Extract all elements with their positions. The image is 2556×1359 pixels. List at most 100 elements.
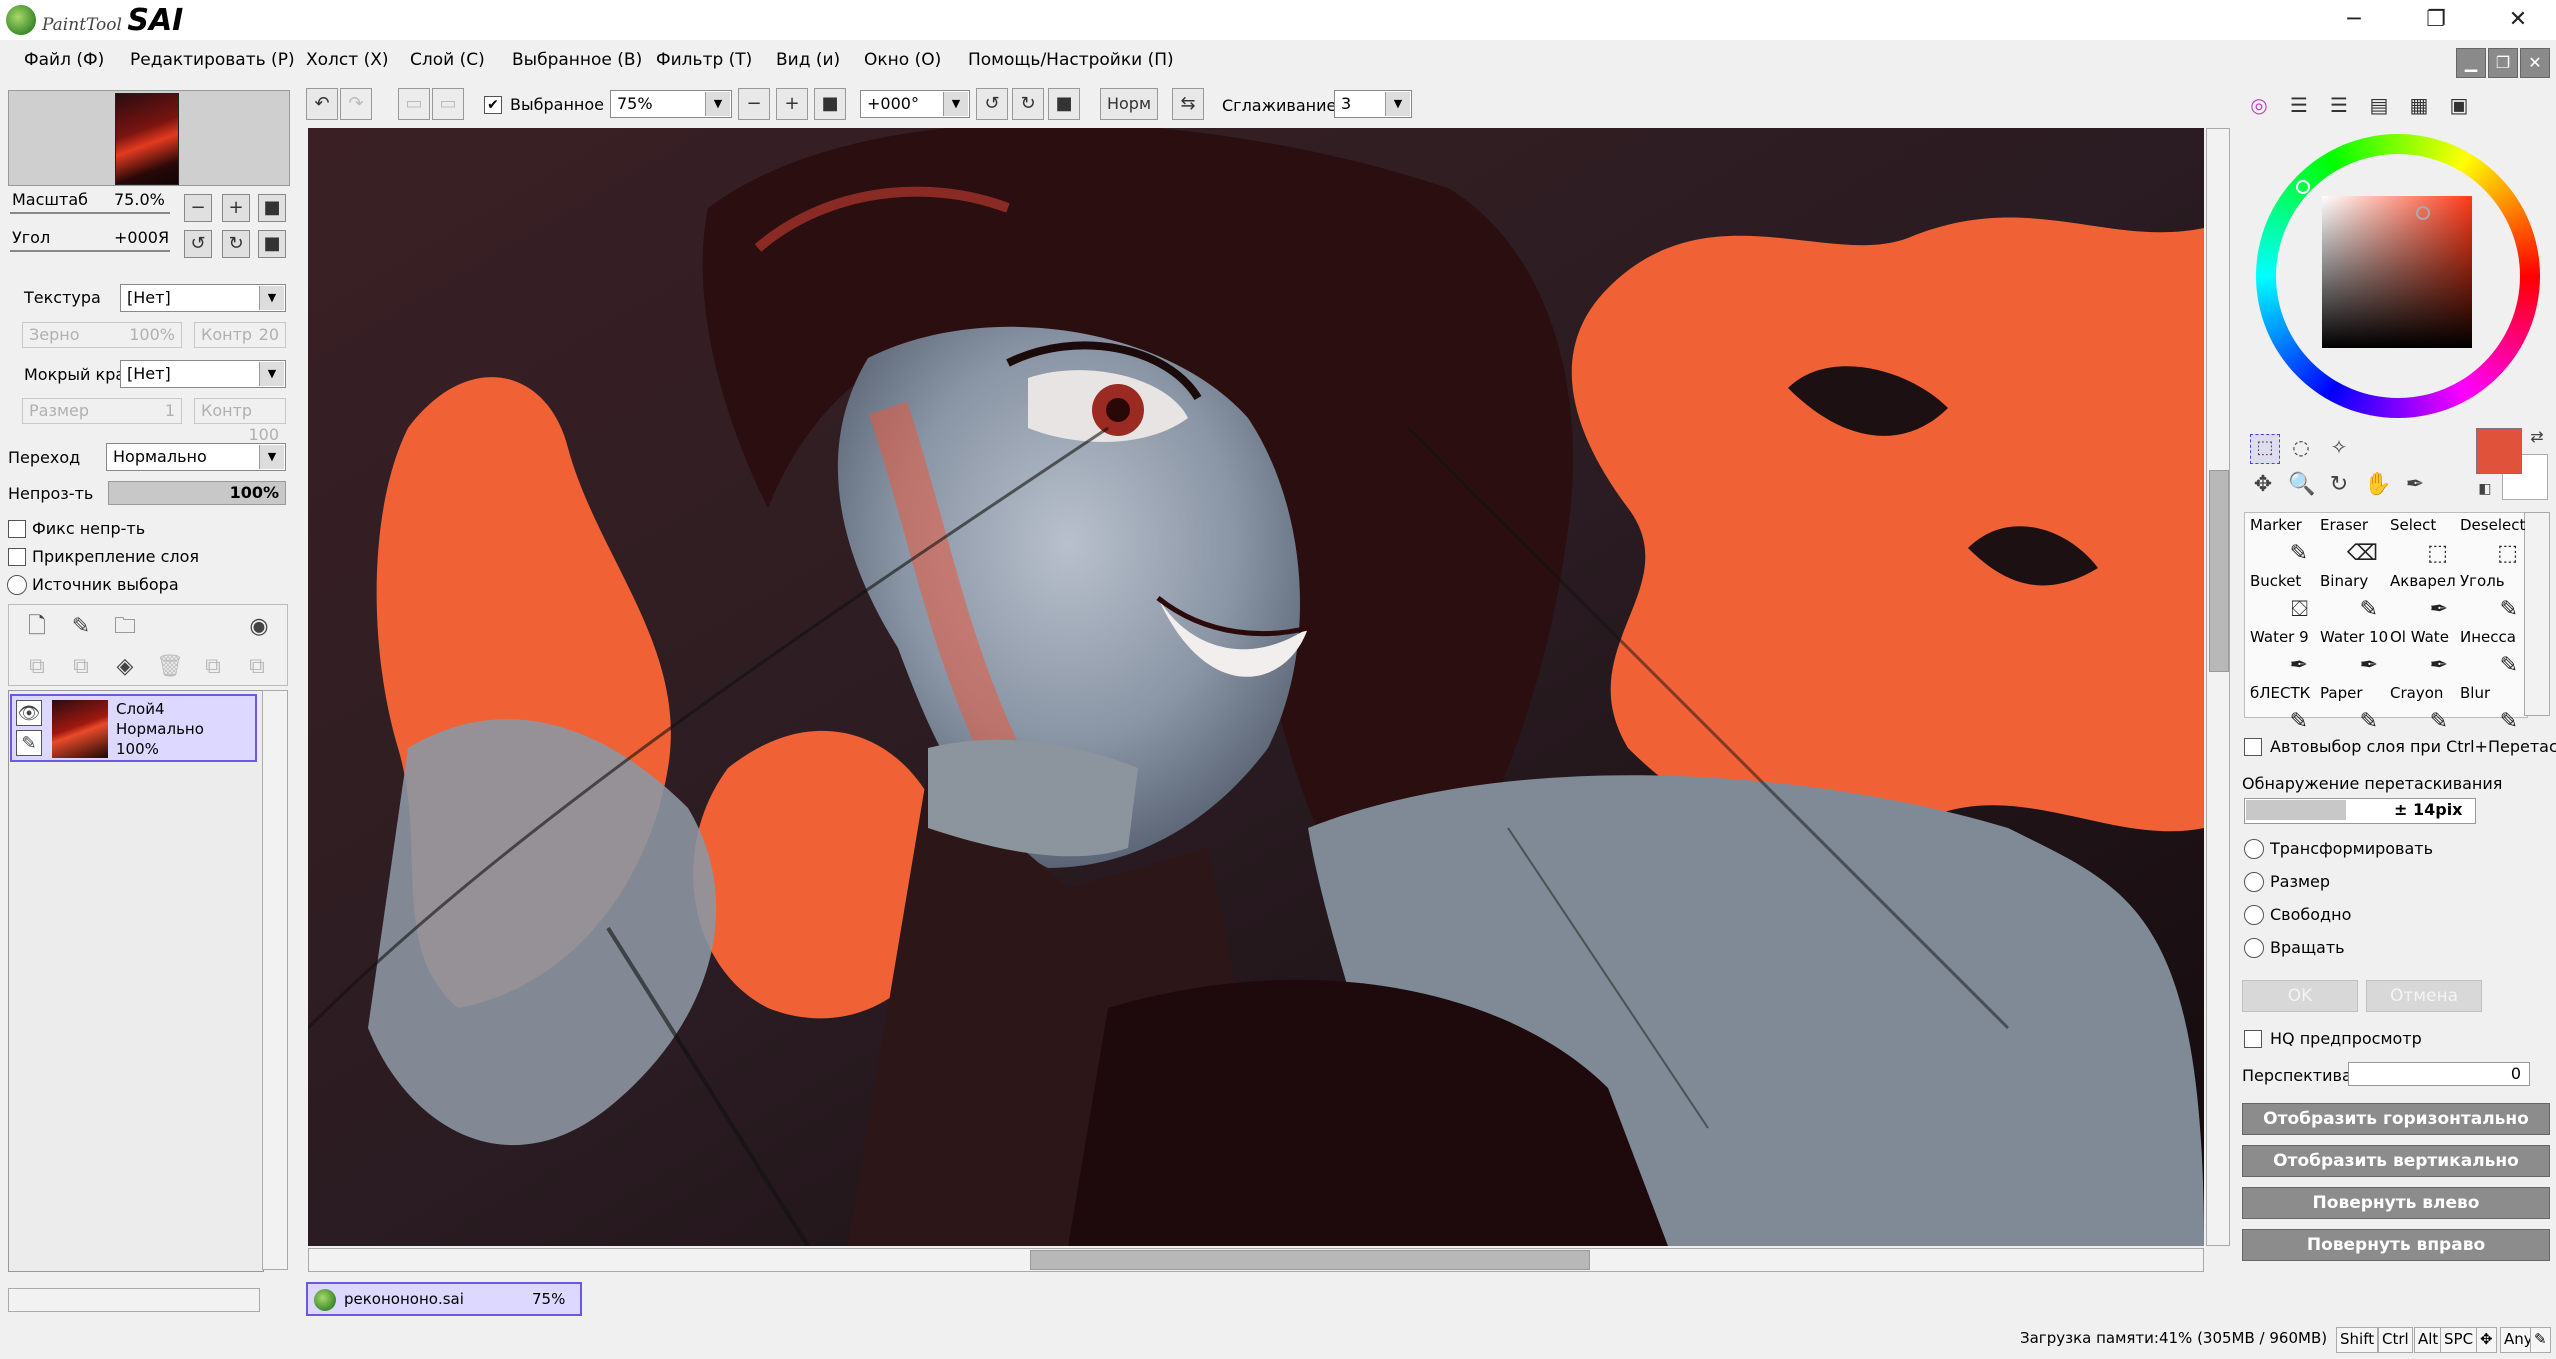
hue-picker-handle[interactable] xyxy=(2296,180,2310,194)
toolbar-rotate-ccw-button[interactable]: ↺ xyxy=(976,88,1008,120)
rotate-left-button[interactable]: Повернуть влево xyxy=(2242,1187,2550,1219)
menu-help[interactable]: Помощь/Настройки (П) xyxy=(968,50,1174,70)
zoom-reset-button[interactable]: ■ xyxy=(258,194,286,222)
brush-tool-7[interactable]: Уголь ✎ xyxy=(2456,572,2524,624)
zoom-select[interactable]: 75% ▼ xyxy=(610,90,732,118)
selection-visible-checkbox[interactable]: ✔ xyxy=(484,96,502,114)
hsv-slider-tab-icon[interactable]: ☰ xyxy=(2324,90,2354,120)
opacity-slider[interactable]: 100% xyxy=(108,481,286,505)
zoom-in-button[interactable]: + xyxy=(222,194,250,222)
redo-button[interactable]: ↷ xyxy=(340,88,372,120)
clip-layer-checkbox[interactable] xyxy=(8,548,26,566)
transfer-down-icon[interactable]: ⧉ xyxy=(24,654,50,680)
drawing-canvas[interactable] xyxy=(308,128,2204,1246)
brush-tool-10[interactable]: Ol Wate ✒ xyxy=(2386,628,2454,680)
brush-tool-14[interactable]: Crayon ✎ xyxy=(2386,684,2454,736)
rotate-tool-icon[interactable]: ↻ xyxy=(2326,472,2352,498)
color-wheel-tab-icon[interactable]: ◎ xyxy=(2244,90,2274,120)
cancel-button[interactable]: Отмена xyxy=(2366,980,2482,1012)
flip-view-button[interactable]: ⇆ xyxy=(1172,88,1204,120)
auto-select-checkbox[interactable] xyxy=(2244,738,2262,756)
scale-radio[interactable] xyxy=(2244,872,2264,892)
eyedropper-icon[interactable]: ✒ xyxy=(2402,472,2428,498)
navigator-thumbnail[interactable] xyxy=(115,93,179,185)
brush-tool-12[interactable]: бЛЕСТК ✎ xyxy=(2246,684,2314,736)
layer-prop-icon[interactable]: ⧉ xyxy=(200,654,226,680)
texture-select[interactable]: [Нет] ▼ xyxy=(120,284,286,312)
brush-tool-11[interactable]: Инесса ✎ xyxy=(2456,628,2524,680)
menu-edit[interactable]: Редактировать (Р) xyxy=(130,50,295,70)
rotate-reset-button[interactable]: ■ xyxy=(258,230,286,258)
clear-layer-icon[interactable]: ◈ xyxy=(112,654,138,680)
layer-prop2-icon[interactable]: ⧉ xyxy=(244,654,270,680)
hq-preview-checkbox[interactable] xyxy=(2244,1030,2262,1048)
zoom-value[interactable]: 75.0% xyxy=(114,190,165,209)
new-layer-icon[interactable]: 🗋 xyxy=(24,614,50,640)
visibility-eye-icon[interactable]: 👁 xyxy=(16,700,42,726)
brush-tool-0[interactable]: Marker ✎ xyxy=(2246,516,2314,568)
saturation-value-square[interactable] xyxy=(2322,196,2472,348)
toolbar-rotate-reset-button[interactable]: ■ xyxy=(1048,88,1080,120)
close-button[interactable]: ✕ xyxy=(2486,0,2550,40)
rotate-radio[interactable] xyxy=(2244,938,2264,958)
rgb-slider-tab-icon[interactable]: ☰ xyxy=(2284,90,2314,120)
transform-radio[interactable] xyxy=(2244,839,2264,859)
flip-vertical-button[interactable]: Отобразить вертикально xyxy=(2242,1145,2550,1177)
restore-button[interactable]: ❐ xyxy=(2404,0,2468,40)
lasso-tool-icon[interactable]: ◌ xyxy=(2288,434,2314,460)
angle-value[interactable]: +000Я xyxy=(114,228,169,247)
wet-edge-select[interactable]: [Нет] ▼ xyxy=(120,360,286,388)
perspective-input[interactable]: 0 xyxy=(2348,1062,2530,1086)
canvas-hscroll-thumb[interactable] xyxy=(1030,1250,1590,1270)
rotate-cw-button[interactable]: ↻ xyxy=(222,230,250,258)
rotate-ccw-button[interactable]: ↺ xyxy=(184,230,212,258)
lock-opacity-checkbox[interactable] xyxy=(8,520,26,538)
menu-layer[interactable]: Слой (С) xyxy=(410,50,485,70)
layer-mask-icon[interactable]: ◉ xyxy=(246,614,272,640)
minimize-button[interactable]: ─ xyxy=(2322,0,2386,40)
brush-tool-15[interactable]: Blur ✎ xyxy=(2456,684,2524,736)
mdi-minimize-button[interactable]: ▁ xyxy=(2456,48,2486,78)
angle-slider[interactable] xyxy=(10,250,170,252)
hand-tool-icon[interactable]: ✋ xyxy=(2364,472,2391,498)
brush-tool-5[interactable]: Binary ✎ xyxy=(2316,572,2384,624)
deselect-button[interactable]: ▭ xyxy=(398,88,430,120)
canvas-vscroll-thumb[interactable] xyxy=(2209,470,2229,672)
brush-tool-8[interactable]: Water 9 ✒ xyxy=(2246,628,2314,680)
menu-view[interactable]: Вид (и) xyxy=(776,50,840,70)
mdi-restore-button[interactable]: ❐ xyxy=(2488,48,2518,78)
free-radio[interactable] xyxy=(2244,905,2264,925)
flip-horizontal-button[interactable]: Отобразить горизонтально xyxy=(2242,1103,2550,1135)
new-vector-layer-icon[interactable]: ✎ xyxy=(68,614,94,640)
toolbar-zoom-reset-button[interactable]: ■ xyxy=(814,88,846,120)
toolbar-zoom-out-button[interactable]: − xyxy=(738,88,770,120)
reset-colors-icon[interactable]: ◧ xyxy=(2472,476,2498,502)
menu-canvas[interactable]: Холст (Х) xyxy=(306,50,388,70)
merge-down-icon[interactable]: ⧉ xyxy=(68,654,94,680)
sv-picker-handle[interactable] xyxy=(2416,206,2430,220)
norm-button[interactable]: Норм xyxy=(1100,88,1158,120)
blend-mode-select[interactable]: Нормально ▼ xyxy=(106,443,286,471)
layer-list-scrollbar[interactable] xyxy=(262,690,288,1270)
primary-color-swatch[interactable] xyxy=(2476,428,2522,474)
brush-tool-2[interactable]: Select ⬚ xyxy=(2386,516,2454,568)
zoom-out-button[interactable]: − xyxy=(184,194,212,222)
menu-file[interactable]: Файл (Ф) xyxy=(24,50,104,70)
menu-window[interactable]: Окно (О) xyxy=(864,50,941,70)
move-tool-icon[interactable]: ✥ xyxy=(2250,472,2276,498)
selection-source-radio[interactable] xyxy=(7,575,27,595)
magic-wand-icon[interactable]: ✧ xyxy=(2326,434,2352,460)
brush-tool-3[interactable]: Deselect ⬚ xyxy=(2456,516,2525,568)
color-palette-tab-icon[interactable]: ▤ xyxy=(2364,90,2394,120)
smoothing-select[interactable]: 3 ▼ xyxy=(1334,90,1412,118)
brush-tool-13[interactable]: Paper ✎ xyxy=(2316,684,2384,736)
selection-tool-icon[interactable]: ⬚ xyxy=(2250,434,2280,464)
invert-selection-button[interactable]: ▭ xyxy=(432,88,464,120)
toolbar-rotate-cw-button[interactable]: ↻ xyxy=(1012,88,1044,120)
new-folder-icon[interactable]: 🗀 xyxy=(112,614,138,640)
layer-list-hscrollbar[interactable] xyxy=(8,1288,260,1312)
scratchpad-tab-icon[interactable]: ▣ xyxy=(2444,90,2474,120)
canvas-vscrollbar[interactable] xyxy=(2206,128,2230,1246)
menu-filter[interactable]: Фильтр (Т) xyxy=(656,50,752,70)
layer-list[interactable] xyxy=(8,690,264,1272)
